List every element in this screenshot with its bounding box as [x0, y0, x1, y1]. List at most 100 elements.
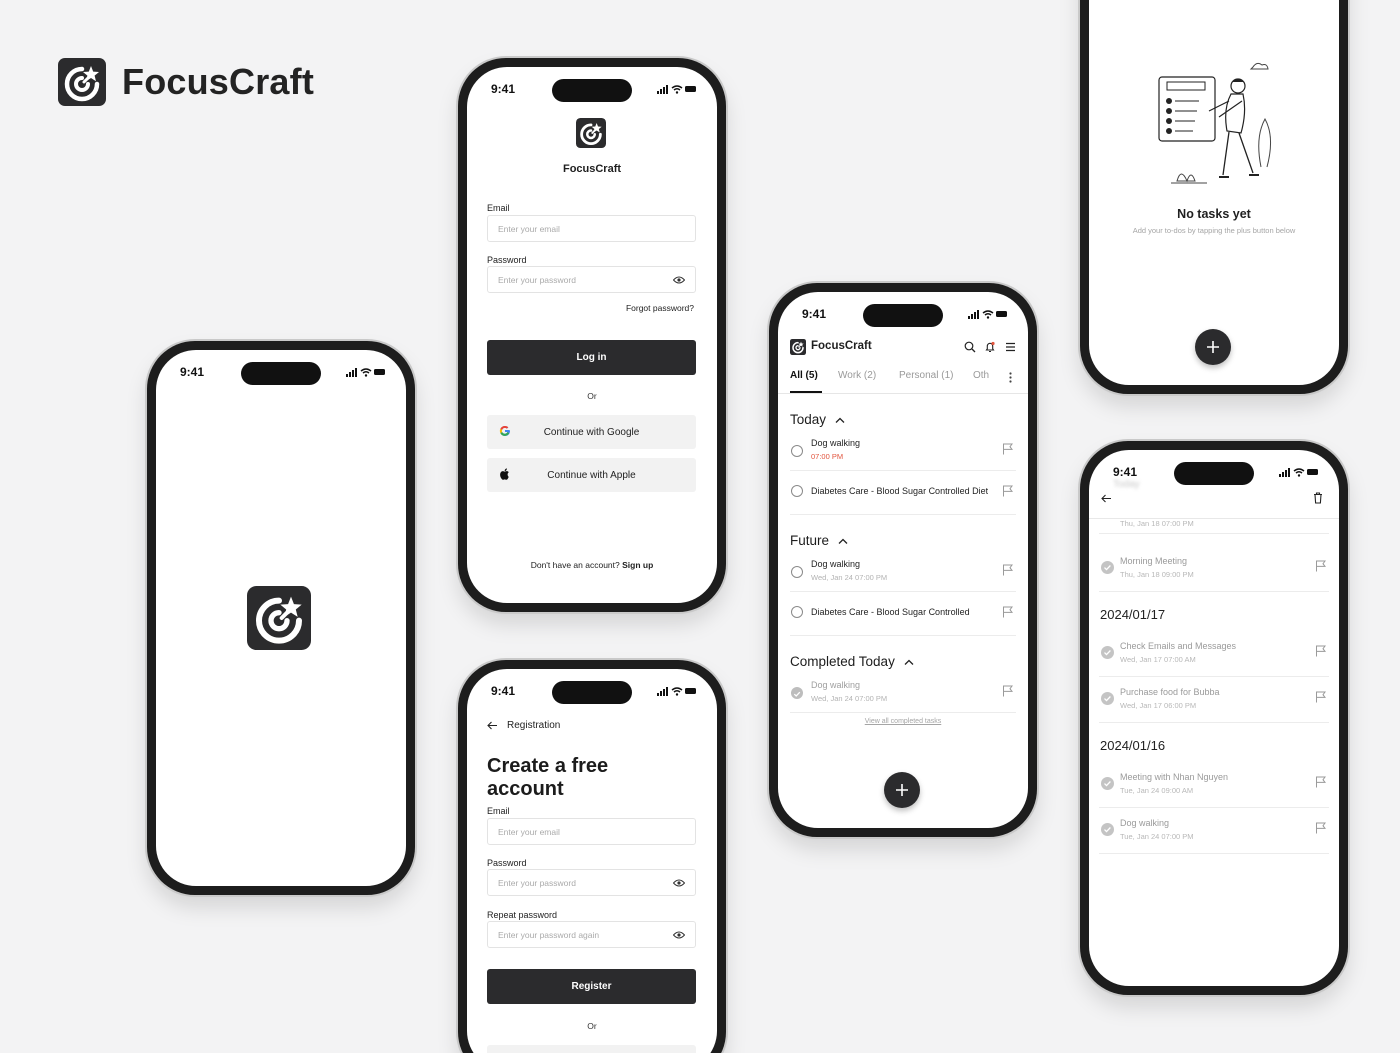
- heading-line-1: Create a free: [487, 755, 609, 777]
- password-input[interactable]: Enter your password: [487, 266, 696, 293]
- task-date: Wed, Jan 17 07:00 AM: [1120, 655, 1196, 664]
- empty-state-screen: No tasks yet Add your to-dos by tapping …: [1089, 0, 1339, 385]
- forgot-password-link[interactable]: Forgot password?: [626, 303, 694, 313]
- email-input[interactable]: Enter your email: [487, 818, 696, 845]
- section-completed[interactable]: Completed Today: [790, 654, 914, 669]
- eye-icon[interactable]: [673, 879, 685, 887]
- task-row[interactable]: Diabetes Care - Blood Sugar Controlled D…: [790, 471, 1016, 515]
- apple-button[interactable]: Continue with Apple: [487, 458, 696, 492]
- tab-other[interactable]: Oth: [973, 370, 989, 381]
- flag-icon[interactable]: [1315, 776, 1327, 788]
- eye-icon[interactable]: [673, 276, 685, 284]
- history-row[interactable]: Morning Meeting Thu, Jan 18 09:00 PM: [1099, 546, 1329, 592]
- dynamic-island: [241, 362, 321, 385]
- section-future[interactable]: Future: [790, 533, 848, 548]
- apple-button-label: Continue with Apple: [547, 469, 636, 481]
- email-input[interactable]: Enter your email: [487, 215, 696, 242]
- tab-active-indicator: [790, 391, 822, 393]
- apple-icon: [500, 468, 509, 480]
- register-button[interactable]: Register: [487, 969, 696, 1004]
- category-tabs: All (5) Work (2) Personal (1) Oth: [778, 370, 1028, 394]
- checked-icon[interactable]: [1101, 823, 1114, 836]
- history-row[interactable]: Check Emails and Messages Wed, Jan 17 07…: [1099, 631, 1329, 677]
- email-label: Email: [487, 806, 510, 816]
- tab-work[interactable]: Work (2): [838, 370, 876, 381]
- empty-tasks-illustration: [1158, 62, 1271, 184]
- task-checkbox[interactable]: [791, 566, 803, 578]
- task-name: Diabetes Care - Blood Sugar Controlled: [811, 607, 970, 617]
- task-row[interactable]: Dog walking Wed, Jan 24 07:00 PM: [790, 551, 1016, 592]
- tab-all[interactable]: All (5): [790, 370, 818, 381]
- date-heading: 2024/01/16: [1100, 738, 1166, 753]
- section-future-title: Future: [790, 533, 830, 548]
- menu-icon[interactable]: [1005, 342, 1016, 352]
- bell-icon[interactable]: [984, 341, 996, 353]
- task-date: Thu, Jan 18 09:00 PM: [1120, 570, 1194, 579]
- eye-icon[interactable]: [673, 931, 685, 939]
- back-arrow-icon[interactable]: [487, 721, 498, 730]
- section-today-title: Today: [790, 412, 827, 427]
- add-task-button[interactable]: [884, 772, 920, 808]
- plus-icon: [1207, 341, 1219, 353]
- header-app-name: FocusCraft: [811, 340, 872, 352]
- checked-icon[interactable]: [1101, 777, 1114, 790]
- task-row[interactable]: Dog walking 07:00 PM: [790, 430, 1016, 471]
- status-icons: [1279, 467, 1319, 477]
- repeat-password-input[interactable]: Enter your password again: [487, 921, 696, 948]
- plus-icon: [896, 784, 908, 796]
- task-row[interactable]: Diabetes Care - Blood Sugar Controlled: [790, 592, 1016, 636]
- checked-icon[interactable]: [1101, 692, 1114, 705]
- flag-icon[interactable]: [1002, 443, 1014, 455]
- registration-header-title: Registration: [507, 720, 561, 731]
- flag-icon[interactable]: [1315, 691, 1327, 703]
- history-row[interactable]: Purchase food for Bubba Wed, Jan 17 06:0…: [1099, 677, 1329, 723]
- back-arrow-icon[interactable]: [1101, 494, 1112, 503]
- flag-icon[interactable]: [1315, 822, 1327, 834]
- view-all-completed-link[interactable]: View all completed tasks: [778, 718, 1028, 725]
- email-placeholder: Enter your email: [498, 826, 560, 837]
- task-name: Check Emails and Messages: [1120, 641, 1237, 651]
- task-row-completed[interactable]: Dog walking Wed, Jan 24 07:00 PM: [790, 672, 1016, 713]
- login-logo-icon: [576, 118, 606, 148]
- search-icon[interactable]: [964, 341, 976, 353]
- history-row[interactable]: Dog walking Tue, Jan 24 07:00 PM: [1099, 808, 1329, 854]
- section-today[interactable]: Today: [790, 412, 845, 427]
- heading-line-2: account: [487, 778, 564, 800]
- checked-icon[interactable]: [1101, 561, 1114, 574]
- signup-link[interactable]: Sign up: [622, 560, 653, 570]
- social-button-partial[interactable]: [487, 1045, 696, 1053]
- task-name: Dog walking: [1120, 818, 1170, 828]
- flag-icon[interactable]: [1002, 485, 1014, 497]
- add-task-button[interactable]: [1195, 329, 1231, 365]
- flag-icon[interactable]: [1315, 645, 1327, 657]
- trash-icon[interactable]: [1313, 492, 1323, 504]
- google-button-label: Continue with Google: [543, 426, 640, 438]
- password-input[interactable]: Enter your password: [487, 869, 696, 896]
- checked-icon[interactable]: [791, 687, 803, 699]
- repeat-password-placeholder: Enter your password again: [498, 929, 600, 940]
- brand-header: FocusCraft: [58, 58, 314, 106]
- tab-personal[interactable]: Personal (1): [899, 370, 953, 381]
- checked-icon[interactable]: [1101, 646, 1114, 659]
- task-date: Tue, Jan 24 09:00 AM: [1120, 786, 1194, 795]
- more-vertical-icon[interactable]: [1009, 372, 1012, 383]
- focuscraft-logo-icon: [58, 58, 106, 106]
- splash-screen: 9:41: [156, 350, 406, 886]
- login-button[interactable]: Log in: [487, 340, 696, 375]
- flag-icon[interactable]: [1002, 564, 1014, 576]
- task-name: Dog walking: [811, 680, 861, 690]
- task-name: Diabetes Care - Blood Sugar Controlled D…: [811, 486, 989, 496]
- task-checkbox[interactable]: [791, 485, 803, 497]
- phone-completed-history: 9:41 Today Thu, Jan 18 07:00 PM Morning …: [1080, 441, 1348, 995]
- history-row[interactable]: Meeting with Nhan Nguyen Tue, Jan 24 09:…: [1099, 762, 1329, 808]
- login-screen: 9:41 FocusCraft Email Enter your email P…: [467, 67, 717, 603]
- task-checkbox[interactable]: [791, 606, 803, 618]
- flag-icon[interactable]: [1315, 560, 1327, 572]
- empty-title: No tasks yet: [1177, 207, 1251, 221]
- flag-icon[interactable]: [1002, 685, 1014, 697]
- login-app-name: FocusCraft: [562, 163, 622, 175]
- google-button[interactable]: Continue with Google: [487, 415, 696, 449]
- flag-icon[interactable]: [1002, 606, 1014, 618]
- task-checkbox[interactable]: [791, 445, 803, 457]
- history-row-partial[interactable]: Thu, Jan 18 07:00 PM: [1099, 508, 1329, 534]
